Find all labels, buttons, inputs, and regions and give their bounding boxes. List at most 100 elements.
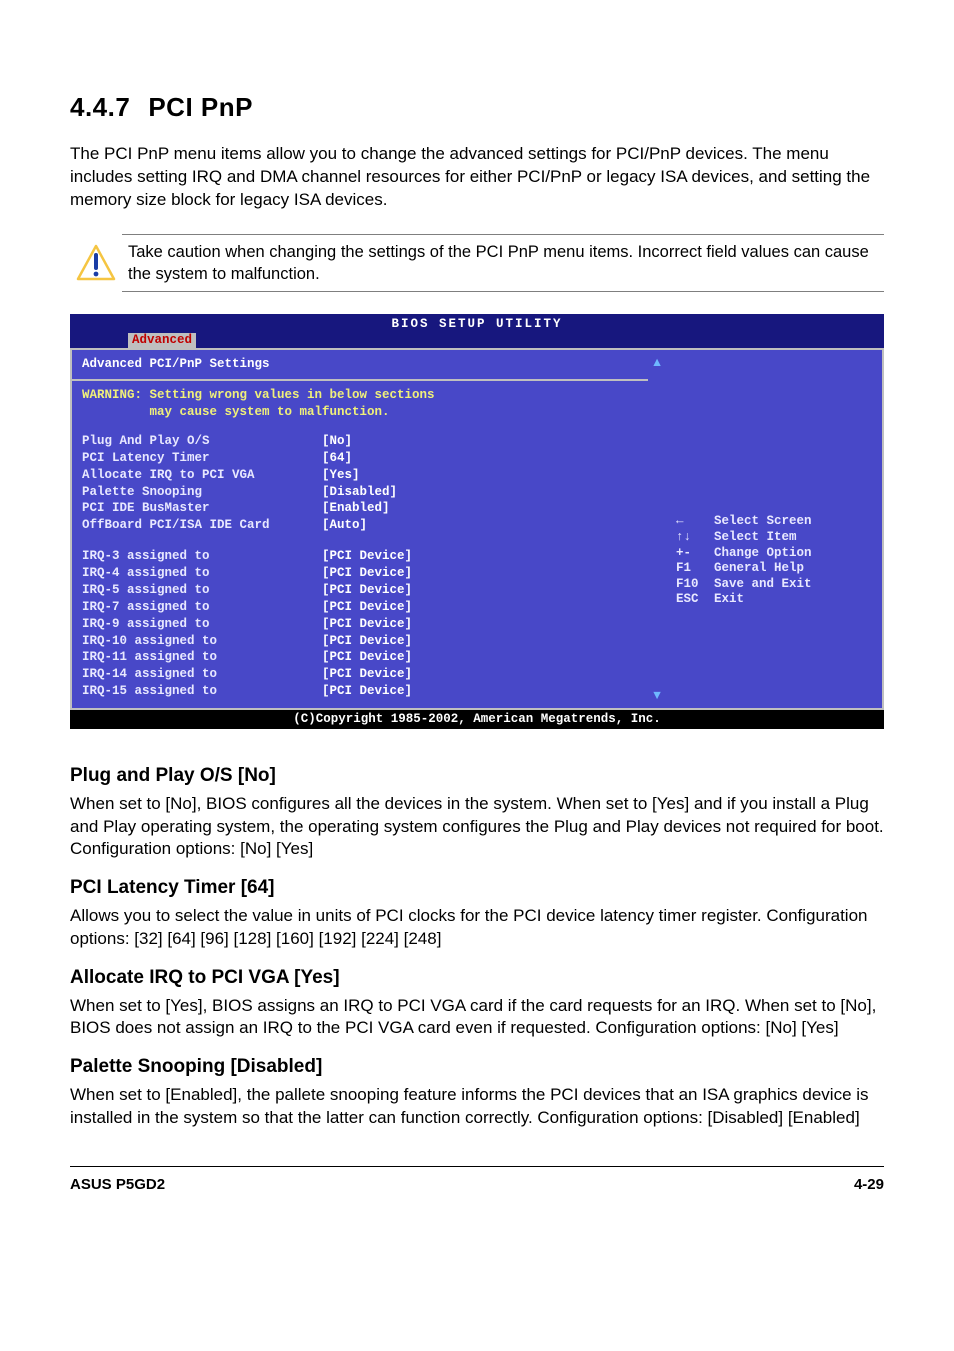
setting-value: [PCI Device] xyxy=(322,666,412,683)
setting-label: IRQ-9 assigned to xyxy=(82,616,322,633)
help-row: ←Select Screen xyxy=(676,514,872,530)
setting-label: IRQ-7 assigned to xyxy=(82,599,322,616)
bios-divider xyxy=(72,379,648,381)
help-key: F1 xyxy=(676,561,714,577)
help-row: F10Save and Exit xyxy=(676,577,872,593)
setting-heading: Allocate IRQ to PCI VGA [Yes] xyxy=(70,965,884,991)
bios-warning: WARNING: Setting wrong values in below s… xyxy=(82,387,638,421)
bios-active-tab[interactable]: Advanced xyxy=(128,333,196,348)
bios-setting-row[interactable]: IRQ-14 assigned to[PCI Device] xyxy=(82,666,638,683)
setting-value: [PCI Device] xyxy=(322,548,412,565)
help-key: ESC xyxy=(676,592,714,608)
help-key: +- xyxy=(676,546,714,562)
setting-value: [Auto] xyxy=(322,517,367,534)
setting-heading: PCI Latency Timer [64] xyxy=(70,875,884,901)
setting-label: IRQ-3 assigned to xyxy=(82,548,322,565)
setting-heading: Palette Snooping [Disabled] xyxy=(70,1054,884,1080)
bios-setting-row[interactable]: IRQ-5 assigned to[PCI Device] xyxy=(82,582,638,599)
setting-value: [Disabled] xyxy=(322,484,397,501)
setting-label: IRQ-5 assigned to xyxy=(82,582,322,599)
bios-setting-row[interactable]: IRQ-4 assigned to[PCI Device] xyxy=(82,565,638,582)
divider xyxy=(122,291,884,292)
help-key: F10 xyxy=(676,577,714,593)
footer-right: 4-29 xyxy=(854,1175,884,1195)
bios-warning-line: may cause system to malfunction. xyxy=(82,404,638,421)
section-title-text: PCI PnP xyxy=(148,92,253,122)
bios-setting-row[interactable]: Palette Snooping[Disabled] xyxy=(82,484,638,501)
setting-value: [PCI Device] xyxy=(322,616,412,633)
setting-value: [No] xyxy=(322,433,352,450)
help-key: ↑↓ xyxy=(676,530,714,546)
scroll-down-icon[interactable]: ▼ xyxy=(651,687,663,704)
setting-label: Palette Snooping xyxy=(82,484,322,501)
help-desc: General Help xyxy=(714,561,804,577)
help-row: ↑↓Select Item xyxy=(676,530,872,546)
help-desc: Change Option xyxy=(714,546,812,562)
caution-box: Take caution when changing the settings … xyxy=(70,234,884,293)
bios-setting-row[interactable]: IRQ-15 assigned to[PCI Device] xyxy=(82,683,638,700)
help-desc: Select Item xyxy=(714,530,797,546)
bios-setting-row[interactable]: IRQ-7 assigned to[PCI Device] xyxy=(82,599,638,616)
bios-header: BIOS SETUP UTILITY xyxy=(70,314,884,333)
bios-warning-line: WARNING: Setting wrong values in below s… xyxy=(82,387,638,404)
bios-setting-row[interactable]: OffBoard PCI/ISA IDE Card[Auto] xyxy=(82,517,638,534)
setting-body: When set to [No], BIOS configures all th… xyxy=(70,793,884,862)
section-number: 4.4.7 xyxy=(70,92,130,122)
scroll-up-icon[interactable]: ▲ xyxy=(651,354,663,371)
section-intro: The PCI PnP menu items allow you to chan… xyxy=(70,143,884,212)
bios-setting-row[interactable]: PCI Latency Timer[64] xyxy=(82,450,638,467)
help-key: ← xyxy=(676,514,714,530)
bios-setting-row[interactable]: IRQ-11 assigned to[PCI Device] xyxy=(82,649,638,666)
setting-label: IRQ-10 assigned to xyxy=(82,633,322,650)
page-footer: ASUS P5GD2 4-29 xyxy=(70,1166,884,1195)
setting-value: [64] xyxy=(322,450,352,467)
caution-text: Take caution when changing the settings … xyxy=(122,235,884,292)
bios-setting-row[interactable]: IRQ-9 assigned to[PCI Device] xyxy=(82,616,638,633)
setting-body: Allows you to select the value in units … xyxy=(70,905,884,951)
setting-value: [PCI Device] xyxy=(322,565,412,582)
section-heading: 4.4.7 PCI PnP xyxy=(70,90,884,125)
bios-setting-row[interactable]: Allocate IRQ to PCI VGA[Yes] xyxy=(82,467,638,484)
help-desc: Exit xyxy=(714,592,744,608)
bios-setting-row[interactable]: Plug And Play O/S[No] xyxy=(82,433,638,450)
bios-scrollbar[interactable]: ▲ ▼ xyxy=(648,348,666,710)
setting-body: When set to [Yes], BIOS assigns an IRQ t… xyxy=(70,995,884,1041)
setting-label: OffBoard PCI/ISA IDE Card xyxy=(82,517,322,534)
setting-value: [Enabled] xyxy=(322,500,390,517)
bios-setting-row[interactable]: PCI IDE BusMaster[Enabled] xyxy=(82,500,638,517)
setting-heading: Plug and Play O/S [No] xyxy=(70,763,884,789)
help-desc: Select Screen xyxy=(714,514,812,530)
help-row: ESCExit xyxy=(676,592,872,608)
setting-value: [PCI Device] xyxy=(322,599,412,616)
help-row: +-Change Option xyxy=(676,546,872,562)
setting-value: [PCI Device] xyxy=(322,649,412,666)
setting-value: [PCI Device] xyxy=(322,633,412,650)
setting-body: When set to [Enabled], the pallete snoop… xyxy=(70,1084,884,1130)
bios-right-pane: ←Select Screen ↑↓Select Item +-Change Op… xyxy=(666,348,884,710)
setting-label: IRQ-11 assigned to xyxy=(82,649,322,666)
bios-setting-row[interactable]: IRQ-10 assigned to[PCI Device] xyxy=(82,633,638,650)
bios-subtitle: Advanced PCI/PnP Settings xyxy=(82,356,638,373)
help-desc: Save and Exit xyxy=(714,577,812,593)
setting-label: PCI Latency Timer xyxy=(82,450,322,467)
divider xyxy=(122,234,884,235)
setting-value: [Yes] xyxy=(322,467,360,484)
setting-label: IRQ-4 assigned to xyxy=(82,565,322,582)
caution-icon xyxy=(70,243,122,283)
setting-label: PCI IDE BusMaster xyxy=(82,500,322,517)
bios-left-pane: Advanced PCI/PnP Settings WARNING: Setti… xyxy=(70,348,648,710)
bios-setting-row[interactable]: IRQ-3 assigned to[PCI Device] xyxy=(82,548,638,565)
setting-label: Plug And Play O/S xyxy=(82,433,322,450)
footer-left: ASUS P5GD2 xyxy=(70,1175,165,1195)
setting-label: IRQ-14 assigned to xyxy=(82,666,322,683)
bios-help-keys: ←Select Screen ↑↓Select Item +-Change Op… xyxy=(676,514,872,608)
bios-irq-block: IRQ-3 assigned to[PCI Device] IRQ-4 assi… xyxy=(82,548,638,700)
setting-label: Allocate IRQ to PCI VGA xyxy=(82,467,322,484)
bios-tabs: Advanced xyxy=(70,333,884,348)
setting-value: [PCI Device] xyxy=(322,582,412,599)
bios-settings-block: Plug And Play O/S[No] PCI Latency Timer[… xyxy=(82,433,638,534)
bios-screenshot: BIOS SETUP UTILITY Advanced Advanced PCI… xyxy=(70,314,884,729)
setting-label: IRQ-15 assigned to xyxy=(82,683,322,700)
bios-footer: (C)Copyright 1985-2002, American Megatre… xyxy=(70,710,884,729)
setting-value: [PCI Device] xyxy=(322,683,412,700)
